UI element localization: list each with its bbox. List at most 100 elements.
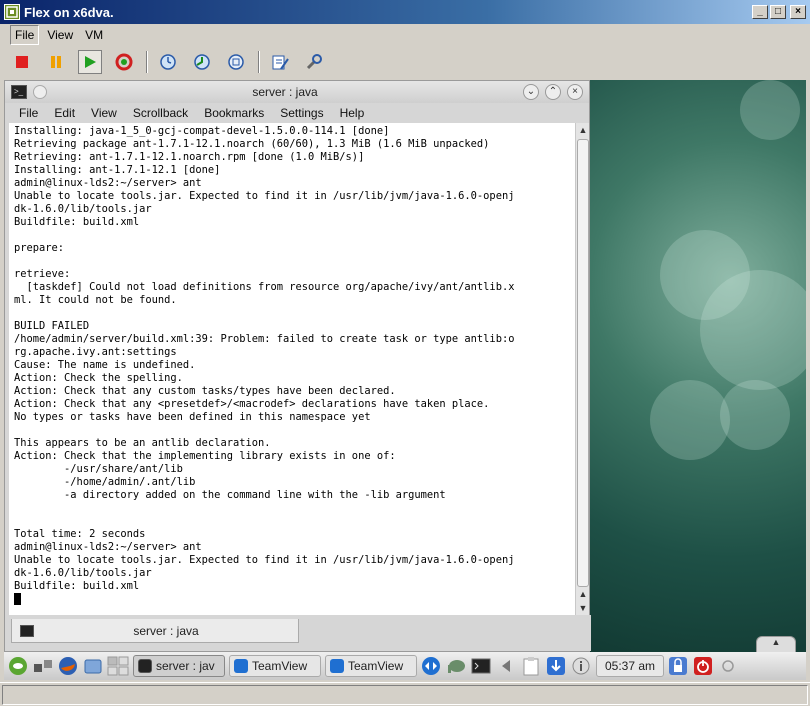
edit-settings-button[interactable] [268,50,292,74]
firefox-icon [59,657,77,675]
terminal-line: Cause: The name is undefined. [14,359,196,371]
firefox-launcher[interactable] [57,655,79,677]
pin-icon[interactable] [33,85,47,99]
elephant-icon [448,660,465,673]
kde-taskbar: server : jav TeamView TeamView 05:37 am [4,652,806,680]
scrollbar-thumb[interactable] [577,139,589,587]
terminal-line: dk-1.6.0/lib/tools.jar [14,567,152,579]
terminal-line: Retrieving package ant-1.7.1-12.1.noarch… [14,138,490,150]
reset-button[interactable] [112,50,136,74]
status-well [2,685,808,705]
power-off-button[interactable] [10,50,34,74]
close-button[interactable]: × [790,5,806,19]
reset-icon [115,53,133,71]
scroll-up-icon[interactable]: ▲ [576,123,590,137]
suspend-button[interactable] [44,50,68,74]
terminal-tray-icon [471,658,491,674]
task-teamviewer-1[interactable]: TeamView [229,655,321,677]
maximize-button[interactable]: □ [770,5,786,19]
clipboard-tray[interactable] [520,655,542,677]
scroll-up-small-icon[interactable]: ▲ [576,587,590,601]
elephant-tray[interactable] [445,655,467,677]
clock[interactable]: 05:37 am [596,655,665,677]
scroll-down-icon[interactable]: ▼ [576,601,590,615]
tab-label: server : java [133,623,199,638]
terminal-icon [138,659,152,673]
updater-tray[interactable] [545,655,567,677]
terminal-line: Installing: java-1_5_0-gcj-compat-devel-… [14,125,390,137]
terminal-cursor-line [14,593,575,607]
terminal-icon: >_ [11,85,27,99]
teamviewer-tray[interactable] [420,655,442,677]
file-manager-launcher[interactable] [82,655,104,677]
shutdown-button[interactable] [692,655,714,677]
stop-icon [16,56,28,68]
menu-vm[interactable]: VM [81,26,107,44]
terminal-tray[interactable] [470,655,492,677]
terminal-line: Total time: 2 seconds [14,528,146,540]
konsole-menu-bookmarks[interactable]: Bookmarks [204,106,264,120]
preferences-button[interactable] [302,50,326,74]
terminal-line: Action: Check that the implementing libr… [14,450,396,462]
terminal-line: Retrieving: ant-1.7.1-12.1.noarch.rpm [d… [14,151,365,163]
tray-expand-button[interactable] [495,655,517,677]
chevron-left-icon [502,660,510,672]
terminal-line: -a directory added on the command line w… [14,489,446,501]
terminal-scrollbar[interactable]: ▲ ▲ ▼ [575,123,589,615]
lock-icon [669,657,688,675]
play-icon [85,56,96,68]
panel-config-button[interactable] [717,655,739,677]
konsole-menu-file[interactable]: File [19,106,38,120]
task-teamviewer-2[interactable]: TeamView [325,655,417,677]
terminal-line: ml. It could not be found. [14,294,177,306]
pause-icon [51,56,61,68]
opensuse-icon [9,657,27,675]
konsole-menu-settings[interactable]: Settings [280,106,323,120]
konsole-menu-edit[interactable]: Edit [54,106,75,120]
vmware-statusbar [0,682,810,706]
terminal-tab-icon [20,624,34,637]
task-konsole[interactable]: server : jav [133,655,225,677]
network-launcher[interactable] [32,655,54,677]
konsole-close-button[interactable]: × [567,84,583,100]
chevron-up-icon[interactable]: ⌃ [545,84,561,100]
menu-view[interactable]: View [43,26,77,44]
desktop-pager[interactable] [107,655,129,677]
terminal-line: prepare: [14,242,65,254]
revert-clock-icon [194,54,210,70]
konsole-titlebar: >_ server : java ⌄ ⌃ × [5,81,589,103]
snapshot-manager-button[interactable] [224,50,248,74]
info-icon [572,657,590,675]
chevron-down-icon[interactable]: ⌄ [523,84,539,100]
konsole-menu-scrollback[interactable]: Scrollback [133,106,188,120]
wrench-icon [306,54,322,70]
konsole-menu-view[interactable]: View [91,106,117,120]
terminal-line: -/usr/share/ant/lib [14,463,183,475]
lock-screen-button[interactable] [667,655,689,677]
text-cursor [14,593,21,605]
terminal-output[interactable]: Installing: java-1_5_0-gcj-compat-devel-… [9,123,575,615]
kickoff-menu-button[interactable] [7,655,29,677]
panel-toggle-button[interactable]: ▲ [756,636,796,652]
power-on-button[interactable] [78,50,102,74]
file-manager-icon [84,659,102,674]
window-titlebar: Flex on x6dva. _ □ × [0,0,810,24]
terminal-line: Unable to locate tools.jar. Expected to … [14,554,515,566]
konsole-menu-help[interactable]: Help [340,106,365,120]
minimize-button[interactable]: _ [752,5,768,19]
menu-file[interactable]: File [10,25,40,45]
desktop-wallpaper [590,80,806,652]
info-tray[interactable] [570,655,592,677]
window-title: Flex on x6dva. [24,4,114,20]
revert-snapshot-button[interactable] [190,50,214,74]
konsole-tab[interactable]: server : java [11,619,299,643]
snapshot-button[interactable] [156,50,180,74]
vm-display[interactable]: ▲ >_ server : java ⌄ ⌃ × File Edit View … [4,80,806,680]
terminal-line: This appears to be an antlib declaration… [14,437,271,449]
terminal-line: Action: Check the spelling. [14,372,183,384]
